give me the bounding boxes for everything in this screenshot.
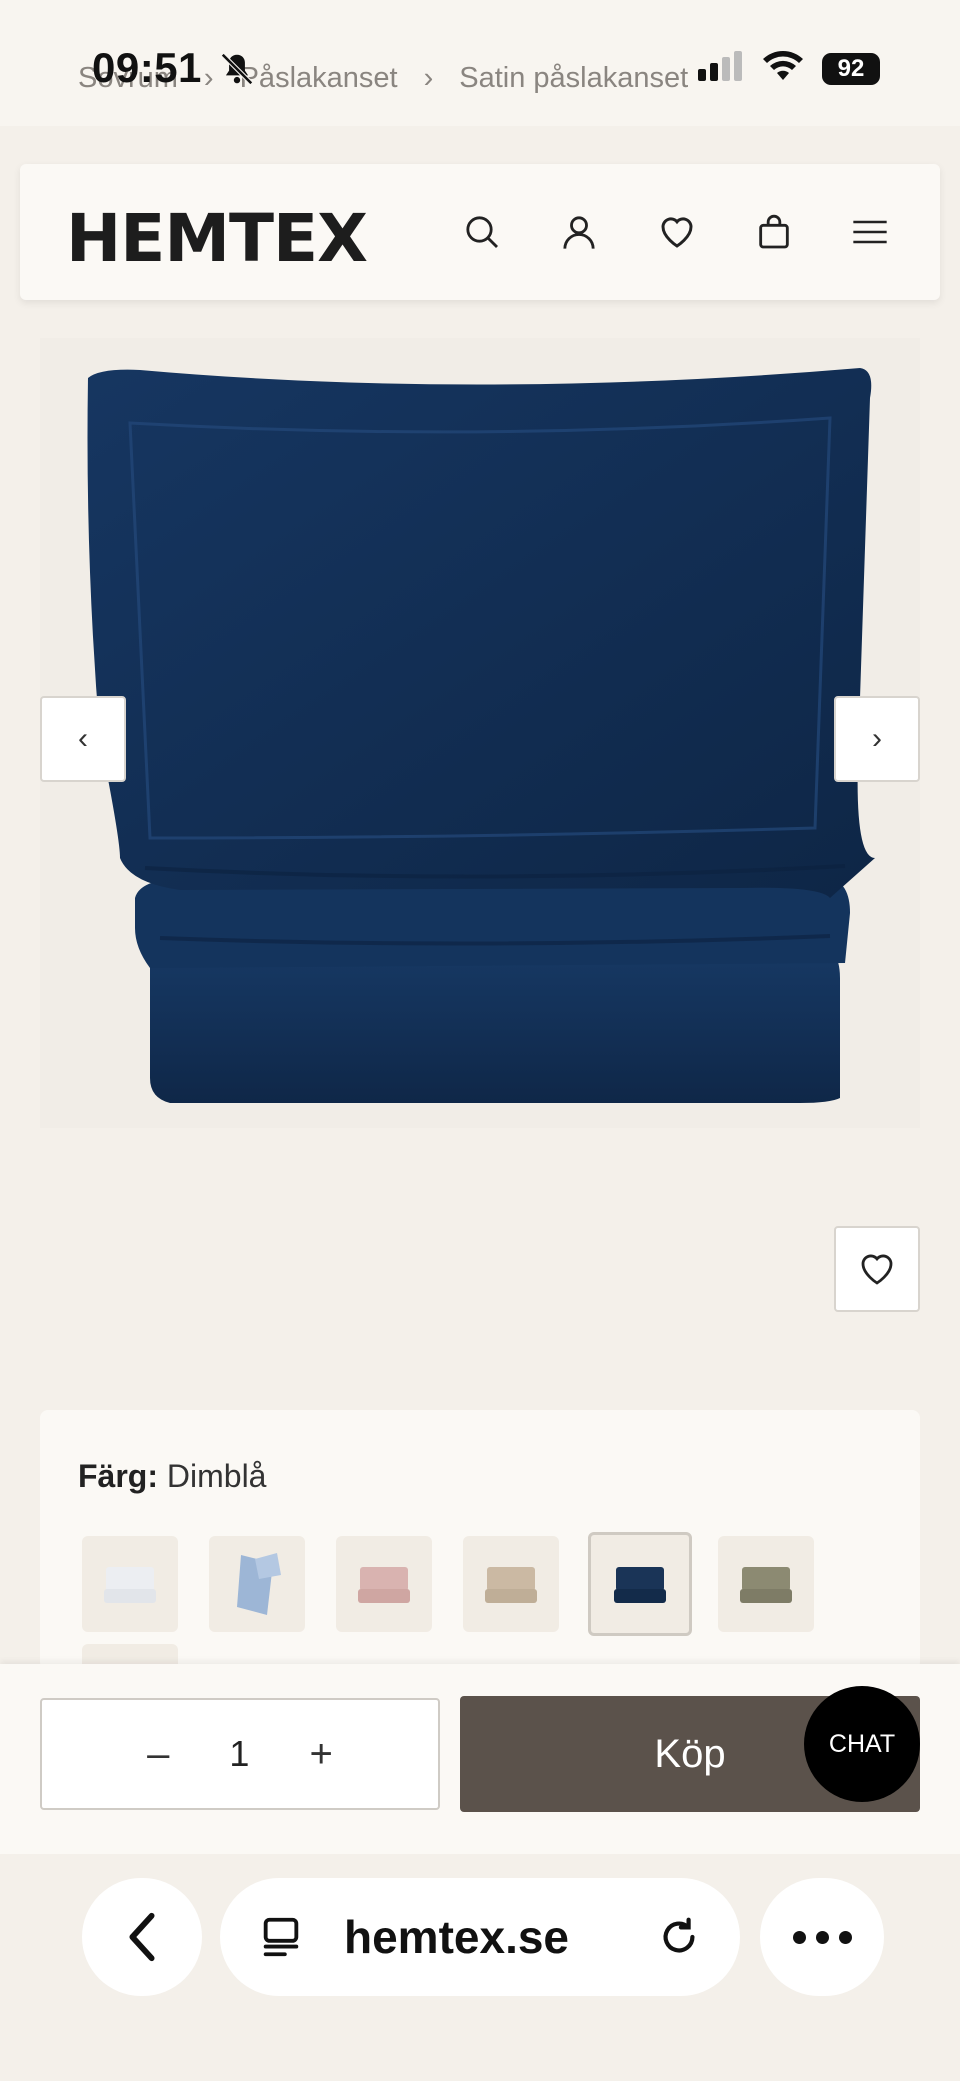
quantity-increase-button[interactable]: + bbox=[309, 1732, 332, 1777]
color-swatch-pink[interactable] bbox=[336, 1536, 432, 1632]
more-dot bbox=[792, 1930, 806, 1944]
breadcrumb-item-current: Satin påslakanset bbox=[459, 62, 689, 94]
quantity-value[interactable]: 1 bbox=[229, 1733, 249, 1775]
url-text[interactable]: hemtex.se bbox=[344, 1910, 616, 1964]
gallery-next-button[interactable]: › bbox=[834, 696, 920, 782]
address-bar[interactable]: hemtex.se bbox=[220, 1878, 740, 1996]
gallery-prev-button[interactable]: ‹ bbox=[40, 696, 126, 782]
breadcrumb-item-paslakanset[interactable]: Påslakanset bbox=[240, 62, 398, 95]
user-icon[interactable] bbox=[555, 208, 603, 256]
selected-color-value: Dimblå bbox=[166, 1458, 267, 1494]
shopping-bag-icon[interactable] bbox=[750, 208, 798, 256]
quantity-decrease-button[interactable]: – bbox=[147, 1732, 169, 1777]
heart-icon bbox=[861, 1254, 893, 1285]
color-label-title: Färg: bbox=[78, 1458, 158, 1494]
cellular-signal-icon bbox=[698, 51, 744, 86]
browser-toolbar: hemtex.se bbox=[0, 1854, 960, 2081]
menu-icon[interactable] bbox=[846, 208, 894, 256]
status-time: 09:51 bbox=[92, 44, 202, 91]
wishlist-heart-icon[interactable] bbox=[653, 208, 701, 256]
color-selector: Färg: Dimblå bbox=[40, 1410, 920, 1670]
more-dot bbox=[815, 1930, 829, 1944]
chat-button[interactable]: CHAT bbox=[804, 1686, 920, 1802]
color-swatch-olive[interactable] bbox=[718, 1536, 814, 1632]
quantity-stepper: – 1 + bbox=[40, 1698, 440, 1810]
breadcrumb-separator: › bbox=[423, 62, 434, 94]
hemtex-logo[interactable]: HEMTEX bbox=[66, 200, 368, 277]
product-image bbox=[40, 338, 920, 1128]
status-icons: 92 bbox=[698, 50, 880, 87]
color-swatch-beige[interactable] bbox=[463, 1536, 559, 1632]
breadcrumb-separator: › bbox=[203, 62, 214, 94]
battery-indicator: 92 bbox=[822, 52, 880, 85]
chevron-left-icon bbox=[129, 1912, 155, 1962]
search-icon[interactable] bbox=[458, 208, 506, 256]
add-to-wishlist-button[interactable] bbox=[834, 1226, 920, 1312]
reader-mode-icon[interactable] bbox=[258, 1914, 304, 1960]
duvet-set-image bbox=[87, 368, 875, 1103]
color-swatch-white[interactable] bbox=[82, 1536, 178, 1632]
wifi-icon bbox=[762, 50, 804, 87]
color-label: Färg: Dimblå bbox=[78, 1458, 266, 1495]
mute-bell-icon bbox=[218, 50, 256, 93]
reload-icon[interactable] bbox=[656, 1914, 702, 1960]
browser-more-button[interactable] bbox=[760, 1878, 884, 1996]
site-header: HEMTEX bbox=[20, 164, 940, 300]
color-swatch-light-blue[interactable] bbox=[209, 1536, 305, 1632]
color-swatch-navy-selected[interactable] bbox=[588, 1532, 692, 1636]
more-dot bbox=[838, 1930, 852, 1944]
browser-back-button[interactable] bbox=[82, 1878, 202, 1996]
